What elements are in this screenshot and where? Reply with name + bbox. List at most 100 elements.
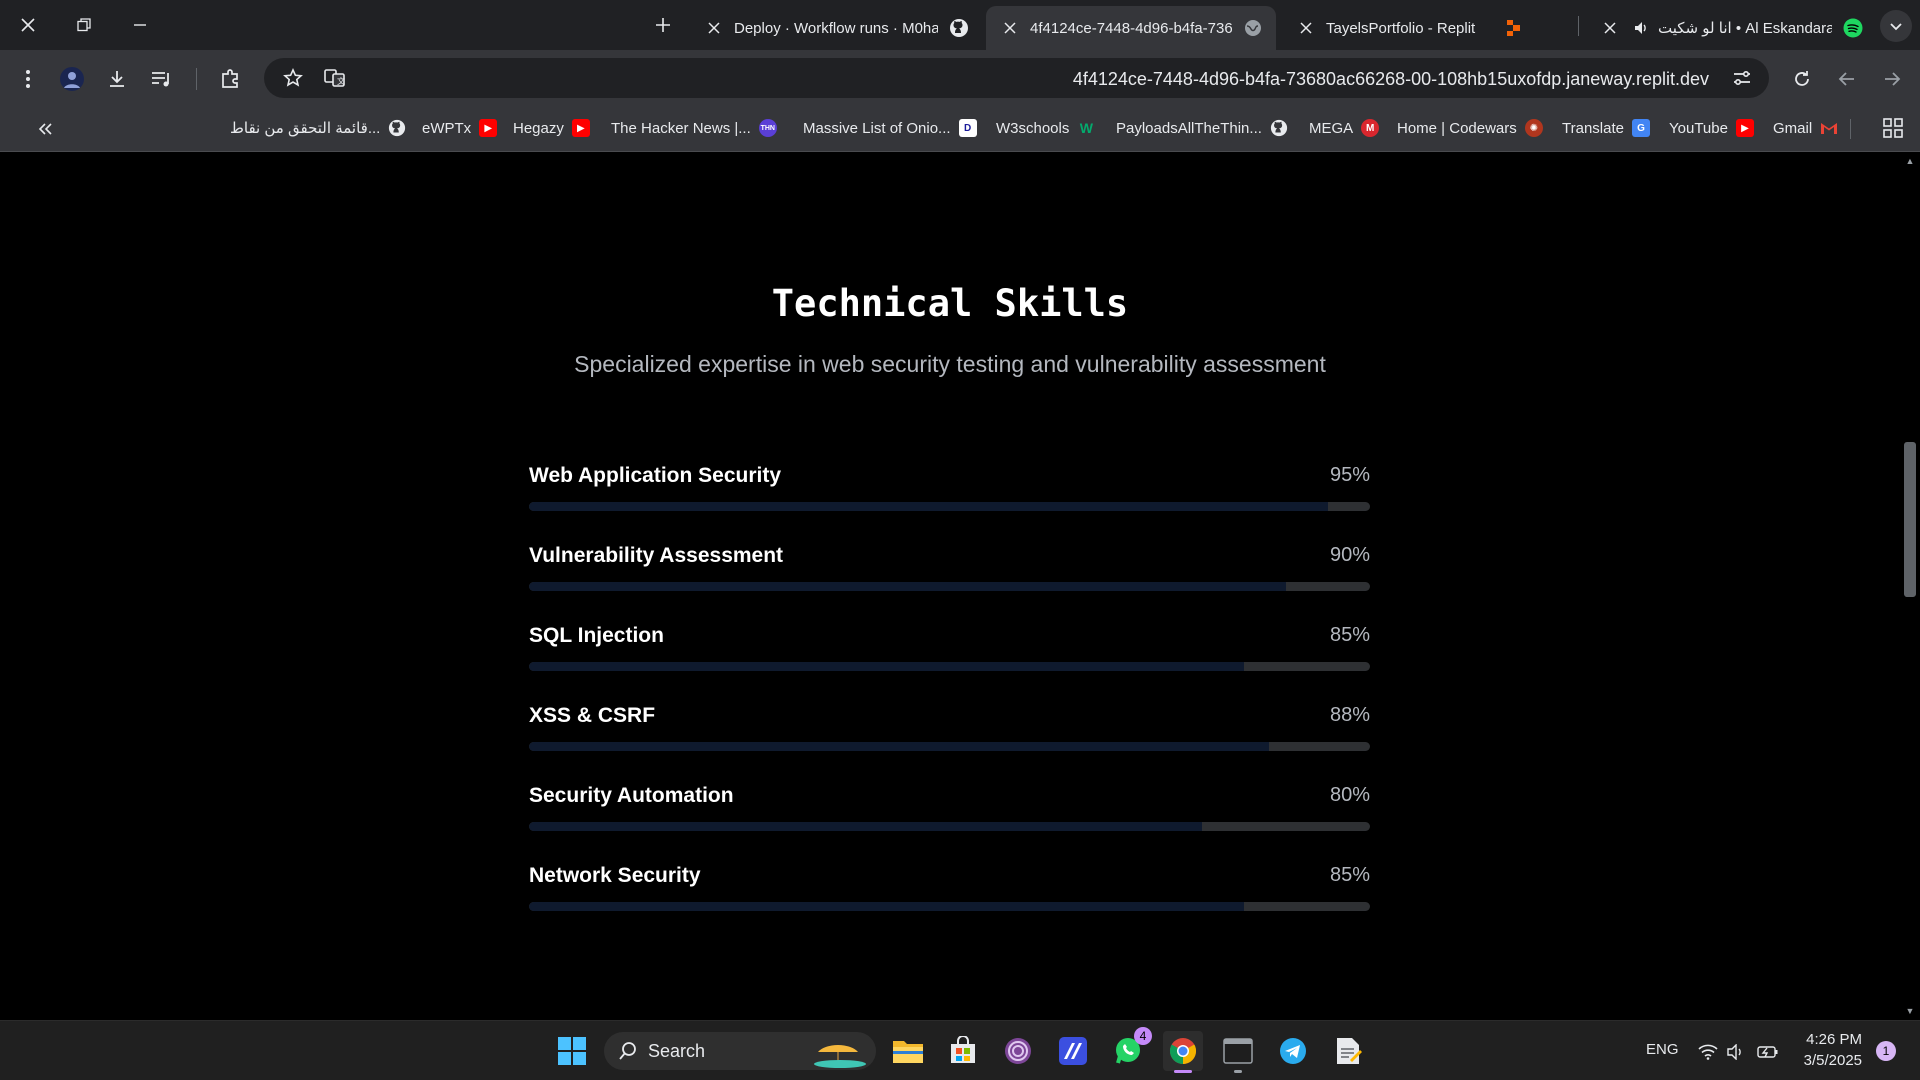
bookmark-label: Massive List of Onio...	[803, 119, 951, 137]
speaker-icon	[1727, 1044, 1741, 1060]
new-tab-button[interactable]	[648, 10, 678, 40]
bookmark-label: W3schools	[996, 119, 1070, 137]
window-controls	[0, 0, 168, 50]
reload-icon	[1795, 71, 1809, 86]
section-title: Technical Skills	[771, 282, 1129, 325]
all-bookmarks-button[interactable]	[1882, 117, 1906, 141]
bookmark-onion-list[interactable]: Massive List of Onio... D	[803, 119, 977, 137]
skill-progress-track	[529, 902, 1370, 911]
audio-playing-icon[interactable]	[1630, 17, 1652, 39]
beach-umbrella-icon	[814, 1044, 866, 1068]
minimize-icon	[134, 24, 146, 26]
taskbar-microsoft-store[interactable]	[943, 1031, 983, 1071]
taskbar-vscode-app[interactable]	[1053, 1031, 1093, 1071]
site-info-button[interactable]	[1727, 63, 1757, 93]
wifi-status[interactable]	[1697, 1041, 1719, 1063]
taskbar-notepad[interactable]	[1328, 1031, 1368, 1071]
playlist-icon	[152, 72, 169, 87]
skill-progress-track	[529, 502, 1370, 511]
bookmark-w3schools[interactable]: W3schools W	[996, 119, 1095, 137]
tab-strip: Deploy · Workflow runs · M0hamedAbdElFat…	[0, 0, 1920, 50]
language-indicator[interactable]: ENG	[1646, 1041, 1679, 1058]
bookmark-youtube[interactable]: YouTube ▶	[1669, 119, 1754, 137]
browser-menu-button[interactable]	[13, 64, 43, 94]
skill-percent: 85%	[1329, 624, 1370, 646]
active-app-indicator	[1174, 1070, 1192, 1073]
tab-replit-preview[interactable]: 4f4124ce-7448-4d96-b4fa-73680ac66268	[986, 6, 1276, 50]
taskbar-search-label: Search	[648, 1040, 706, 1061]
double-chevron-left-icon	[38, 123, 52, 135]
address-bar[interactable]: 文 4f4124ce-7448-4d96-b4fa-73680ac66268-0…	[264, 58, 1769, 98]
w3schools-icon: W	[1079, 120, 1093, 136]
downloads-button[interactable]	[102, 64, 132, 94]
tab-close-button[interactable]	[998, 16, 1022, 40]
clock-time[interactable]: 4:26 PM	[1800, 1031, 1862, 1048]
taskbar-tor-browser[interactable]	[998, 1031, 1038, 1071]
skill-item: Security Automation 80%	[529, 784, 1370, 864]
taskbar-file-explorer[interactable]	[888, 1031, 928, 1071]
tab-tayels-portfolio[interactable]: TayelsPortfolio - Replit	[1282, 6, 1537, 50]
start-button[interactable]	[552, 1031, 592, 1071]
bookmark-codewars[interactable]: Home | Codewars ✺	[1397, 119, 1543, 137]
scroll-up-arrow[interactable]: ▲	[1905, 156, 1915, 166]
minimize-window-button[interactable]	[112, 0, 168, 50]
tab-deploy-workflow[interactable]: Deploy · Workflow runs · M0hamedAbdElFat…	[690, 6, 982, 50]
taskbar-terminal[interactable]	[1218, 1031, 1258, 1073]
restore-window-button[interactable]	[56, 0, 112, 50]
thn-icon: THN	[758, 119, 777, 137]
clock-date[interactable]: 3/5/2025	[1796, 1052, 1862, 1069]
notification-badge[interactable]: 1	[1876, 1041, 1896, 1061]
skill-item: Web Application Security 95%	[529, 464, 1370, 544]
close-icon	[21, 18, 35, 32]
tab-title: 4f4124ce-7448-4d96-b4fa-73680ac66268	[1030, 19, 1232, 37]
youtube-icon: ▶	[1735, 119, 1754, 137]
volume-status[interactable]	[1725, 1041, 1747, 1063]
back-button[interactable]	[1832, 64, 1862, 94]
extensions-button[interactable]	[216, 64, 246, 94]
onion-icon: D	[958, 119, 977, 137]
avatar	[60, 67, 84, 91]
tab-search-button[interactable]	[1880, 10, 1912, 42]
skill-percent: 88%	[1329, 704, 1370, 726]
bookmark-hacker-news[interactable]: The Hacker News |... THN	[611, 119, 777, 137]
battery-status[interactable]	[1757, 1041, 1779, 1063]
close-window-button[interactable]	[0, 0, 56, 50]
tab-close-button[interactable]	[1598, 16, 1622, 40]
tab-spotify[interactable]: انا لو شكيت • Al Eskandarany	[1586, 6, 1876, 50]
bookmark-checklist[interactable]: قائمة التحقق من نقاط...	[230, 119, 406, 137]
globe-icon	[1242, 17, 1264, 39]
tor-icon	[1005, 1038, 1031, 1064]
skill-progress-fill	[529, 582, 1286, 591]
svg-text:文: 文	[337, 76, 345, 86]
star-icon	[283, 68, 303, 87]
taskbar-telegram[interactable]	[1273, 1031, 1313, 1071]
taskbar-chrome[interactable]	[1163, 1031, 1203, 1073]
page-scrollbar[interactable]: ▲ ▼	[1900, 152, 1920, 1020]
skill-percent: 85%	[1329, 864, 1370, 886]
url-text[interactable]: 4f4124ce-7448-4d96-b4fa-73680ac66268-00-…	[1073, 69, 1709, 90]
bookmark-star-button[interactable]	[278, 63, 308, 93]
tab-separator	[1578, 16, 1579, 36]
bookmark-ewptx[interactable]: eWPTx ▶	[422, 119, 498, 137]
taskbar-search[interactable]: Search	[604, 1032, 876, 1070]
bookmark-translate[interactable]: Translate G	[1562, 119, 1650, 137]
bookmark-gmail[interactable]: Gmail	[1773, 119, 1838, 137]
profile-button[interactable]	[57, 64, 87, 94]
skill-progress-fill	[529, 662, 1244, 671]
folder-icon	[893, 1041, 923, 1063]
media-controls-button[interactable]	[147, 64, 177, 94]
taskbar-whatsapp[interactable]: 4	[1108, 1027, 1152, 1071]
collapse-bookmarks-button[interactable]	[34, 118, 56, 140]
bookmark-mega[interactable]: MEGA M	[1309, 119, 1380, 137]
bookmark-payloads[interactable]: PayloadsAllTheThin...	[1116, 119, 1288, 137]
bookmark-hegazy[interactable]: Hegazy ▶	[513, 119, 590, 137]
scrollbar-thumb[interactable]	[1904, 442, 1916, 597]
reload-button[interactable]	[1787, 64, 1817, 94]
tab-title: انا لو شكيت • Al Eskandarany	[1658, 20, 1832, 37]
tab-close-button[interactable]	[1294, 16, 1318, 40]
tab-close-button[interactable]	[702, 16, 726, 40]
translate-page-button[interactable]: 文	[320, 63, 350, 93]
scroll-down-arrow[interactable]: ▼	[1905, 1006, 1915, 1016]
restore-icon	[77, 18, 91, 32]
forward-button[interactable]	[1877, 64, 1907, 94]
